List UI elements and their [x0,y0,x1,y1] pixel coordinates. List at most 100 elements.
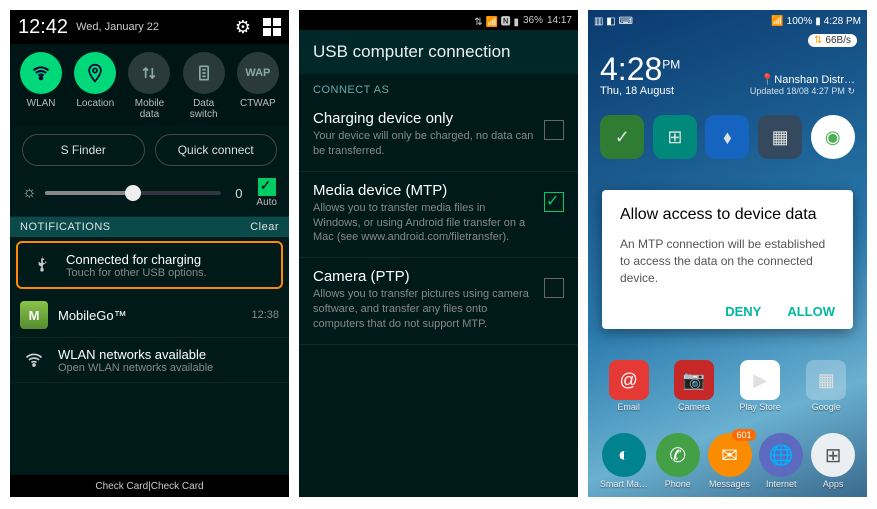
app-google-folder[interactable]: ▦ Google [806,360,846,412]
brightness-icon: ☼ [22,184,37,202]
location-name: Nanshan Distr… [774,74,855,86]
option-desc: Your device will only be charged, no dat… [313,129,536,159]
app-play-store[interactable]: ▶ Play Store [739,360,781,412]
action-pills: S Finder Quick connect [10,126,289,174]
wap-icon: WAP [237,52,279,94]
dock: ◐ Smart Ma… ✆ Phone ✉601 Messages 🌐 Inte… [588,433,867,489]
auto-label: Auto [256,197,277,208]
email-icon: @ [609,360,649,400]
option-charging-only[interactable]: Charging device only Your device will on… [299,100,578,172]
app-icon[interactable]: ◉ [811,115,855,159]
toggle-location[interactable]: Location [69,52,121,120]
status-left-icons: ▥ ◧ ⌨ [594,16,633,27]
refresh-icon[interactable]: ↻ [847,86,855,96]
status-bar: ⇅ 📶 🅽 ▮ 36% 14:17 [299,10,578,30]
dock-internet[interactable]: 🌐 Internet [759,433,803,489]
weather-widget[interactable]: 📍Nanshan Distr… Updated 18/08 4:27 PM ↻ [750,73,855,97]
speed-badge: ⇅ 66B/s [808,34,857,47]
brightness-value: 0 [235,186,242,201]
toggle-wlan[interactable]: WLAN [15,52,67,120]
clock-date: Thu, 18 August [600,85,680,97]
camera-icon: 📷 [674,360,714,400]
option-mtp[interactable]: Media device (MTP) Allows you to transfe… [299,172,578,259]
allow-button[interactable]: ALLOW [787,304,835,319]
phone-notification-panel: 12:42 Wed, January 22 ⚙ WLAN Location Mo… [10,10,289,497]
status-bar: 12:42 Wed, January 22 ⚙ [10,10,289,44]
globe-icon: 🌐 [759,433,803,477]
option-checkbox[interactable] [544,192,564,212]
option-checkbox[interactable] [544,120,564,140]
signal-icon: 📶 [771,16,783,27]
apps-icon: ⊞ [811,433,855,477]
sim-icon [183,52,225,94]
mtp-dialog: Allow access to device data An MTP conne… [602,190,853,329]
clear-button[interactable]: Clear [250,221,279,233]
dialog-title: Allow access to device data [620,206,835,224]
brightness-slider[interactable] [45,191,222,195]
app-icon[interactable]: ⊞ [653,115,697,159]
play-icon: ▶ [740,360,780,400]
app-email[interactable]: @ Email [609,360,649,412]
notif-title: MobileGo™ [58,308,241,323]
messages-badge: 601 [732,429,755,441]
notification-mobilego[interactable]: M MobileGo™ 12:38 [10,293,289,338]
notif-sub: Touch for other USB options. [66,267,271,279]
option-checkbox[interactable] [544,278,564,298]
usb-icon [28,251,56,279]
option-title: Charging device only [313,110,536,127]
option-title: Camera (PTP) [313,268,536,285]
brightness-row: ☼ 0 Auto [10,174,289,217]
status-bar: ▥ ◧ ⌨ 📶 100% ▮ 4:28 PM [588,10,867,32]
status-time: 12:42 [18,16,68,39]
clock-pm: PM [662,57,680,71]
notif-sub: Open WLAN networks available [58,362,279,374]
wifi-open-icon [20,346,48,374]
wifi-icon [20,52,62,94]
clock-widget[interactable]: 4:28PM Thu, 18 August 📍Nanshan Distr… Up… [588,49,867,105]
notif-time: 12:38 [251,309,279,321]
toggle-ctwap[interactable]: WAP CTWAP [232,52,284,120]
battery-pct: 100% [787,16,813,27]
app-camera[interactable]: 📷 Camera [674,360,714,412]
status-icons: ⇅ 📶 🅽 ▮ [474,13,519,28]
app-folder[interactable]: ▦ [758,115,802,159]
quick-toggles: WLAN Location Mobile data Data switch WA… [10,44,289,126]
s-finder-button[interactable]: S Finder [22,134,145,166]
settings-icon[interactable]: ⚙ [235,17,251,38]
notification-usb[interactable]: Connected for charging Touch for other U… [16,241,283,289]
status-time: 14:17 [547,15,572,26]
dock-apps[interactable]: ⊞ Apps [811,433,855,489]
dock-messages[interactable]: ✉601 Messages [708,433,752,489]
status-time: 4:28 PM [824,16,861,27]
option-desc: Allows you to transfer pictures using ca… [313,287,536,332]
data-icon [128,52,170,94]
notif-title: WLAN networks available [58,347,279,362]
clock-time: 4:28 [600,51,662,87]
toggle-data-switch[interactable]: Data switch [178,52,230,120]
dock-smart-manager[interactable]: ◐ Smart Ma… [600,433,648,489]
phone-usb-settings: ⇅ 📶 🅽 ▮ 36% 14:17 USB computer connectio… [299,10,578,497]
option-desc: Allows you to transfer media files in Wi… [313,201,536,246]
status-date: Wed, January 22 [76,21,235,33]
page-title: USB computer connection [299,30,578,74]
toggle-mobile-data[interactable]: Mobile data [123,52,175,120]
google-folder-icon: ▦ [806,360,846,400]
messages-icon: ✉601 [708,433,752,477]
wifi-icon: ⇅ [814,35,822,46]
phone-home-dialog: ▥ ◧ ⌨ 📶 100% ▮ 4:28 PM ⇅ 66B/s 4:28PM Th… [588,10,867,497]
dock-phone[interactable]: ✆ Phone [656,433,700,489]
battery-pct: 36% [523,15,543,26]
dialog-body: An MTP connection will be established to… [620,236,835,286]
section-header: CONNECT AS [299,74,578,100]
location-updated: Updated 18/08 4:27 PM [750,86,845,96]
auto-brightness-checkbox[interactable] [258,178,276,196]
notification-wlan[interactable]: WLAN networks available Open WLAN networ… [10,338,289,383]
option-ptp[interactable]: Camera (PTP) Allows you to transfer pict… [299,258,578,345]
phone-icon: ✆ [656,433,700,477]
footer-bar: Check Card|Check Card [10,475,289,497]
grid-icon[interactable] [263,18,281,36]
app-icon-dropbox[interactable]: ⬧ [705,115,749,159]
quick-connect-button[interactable]: Quick connect [155,134,278,166]
deny-button[interactable]: DENY [725,304,761,319]
app-icon[interactable]: ✓ [600,115,644,159]
